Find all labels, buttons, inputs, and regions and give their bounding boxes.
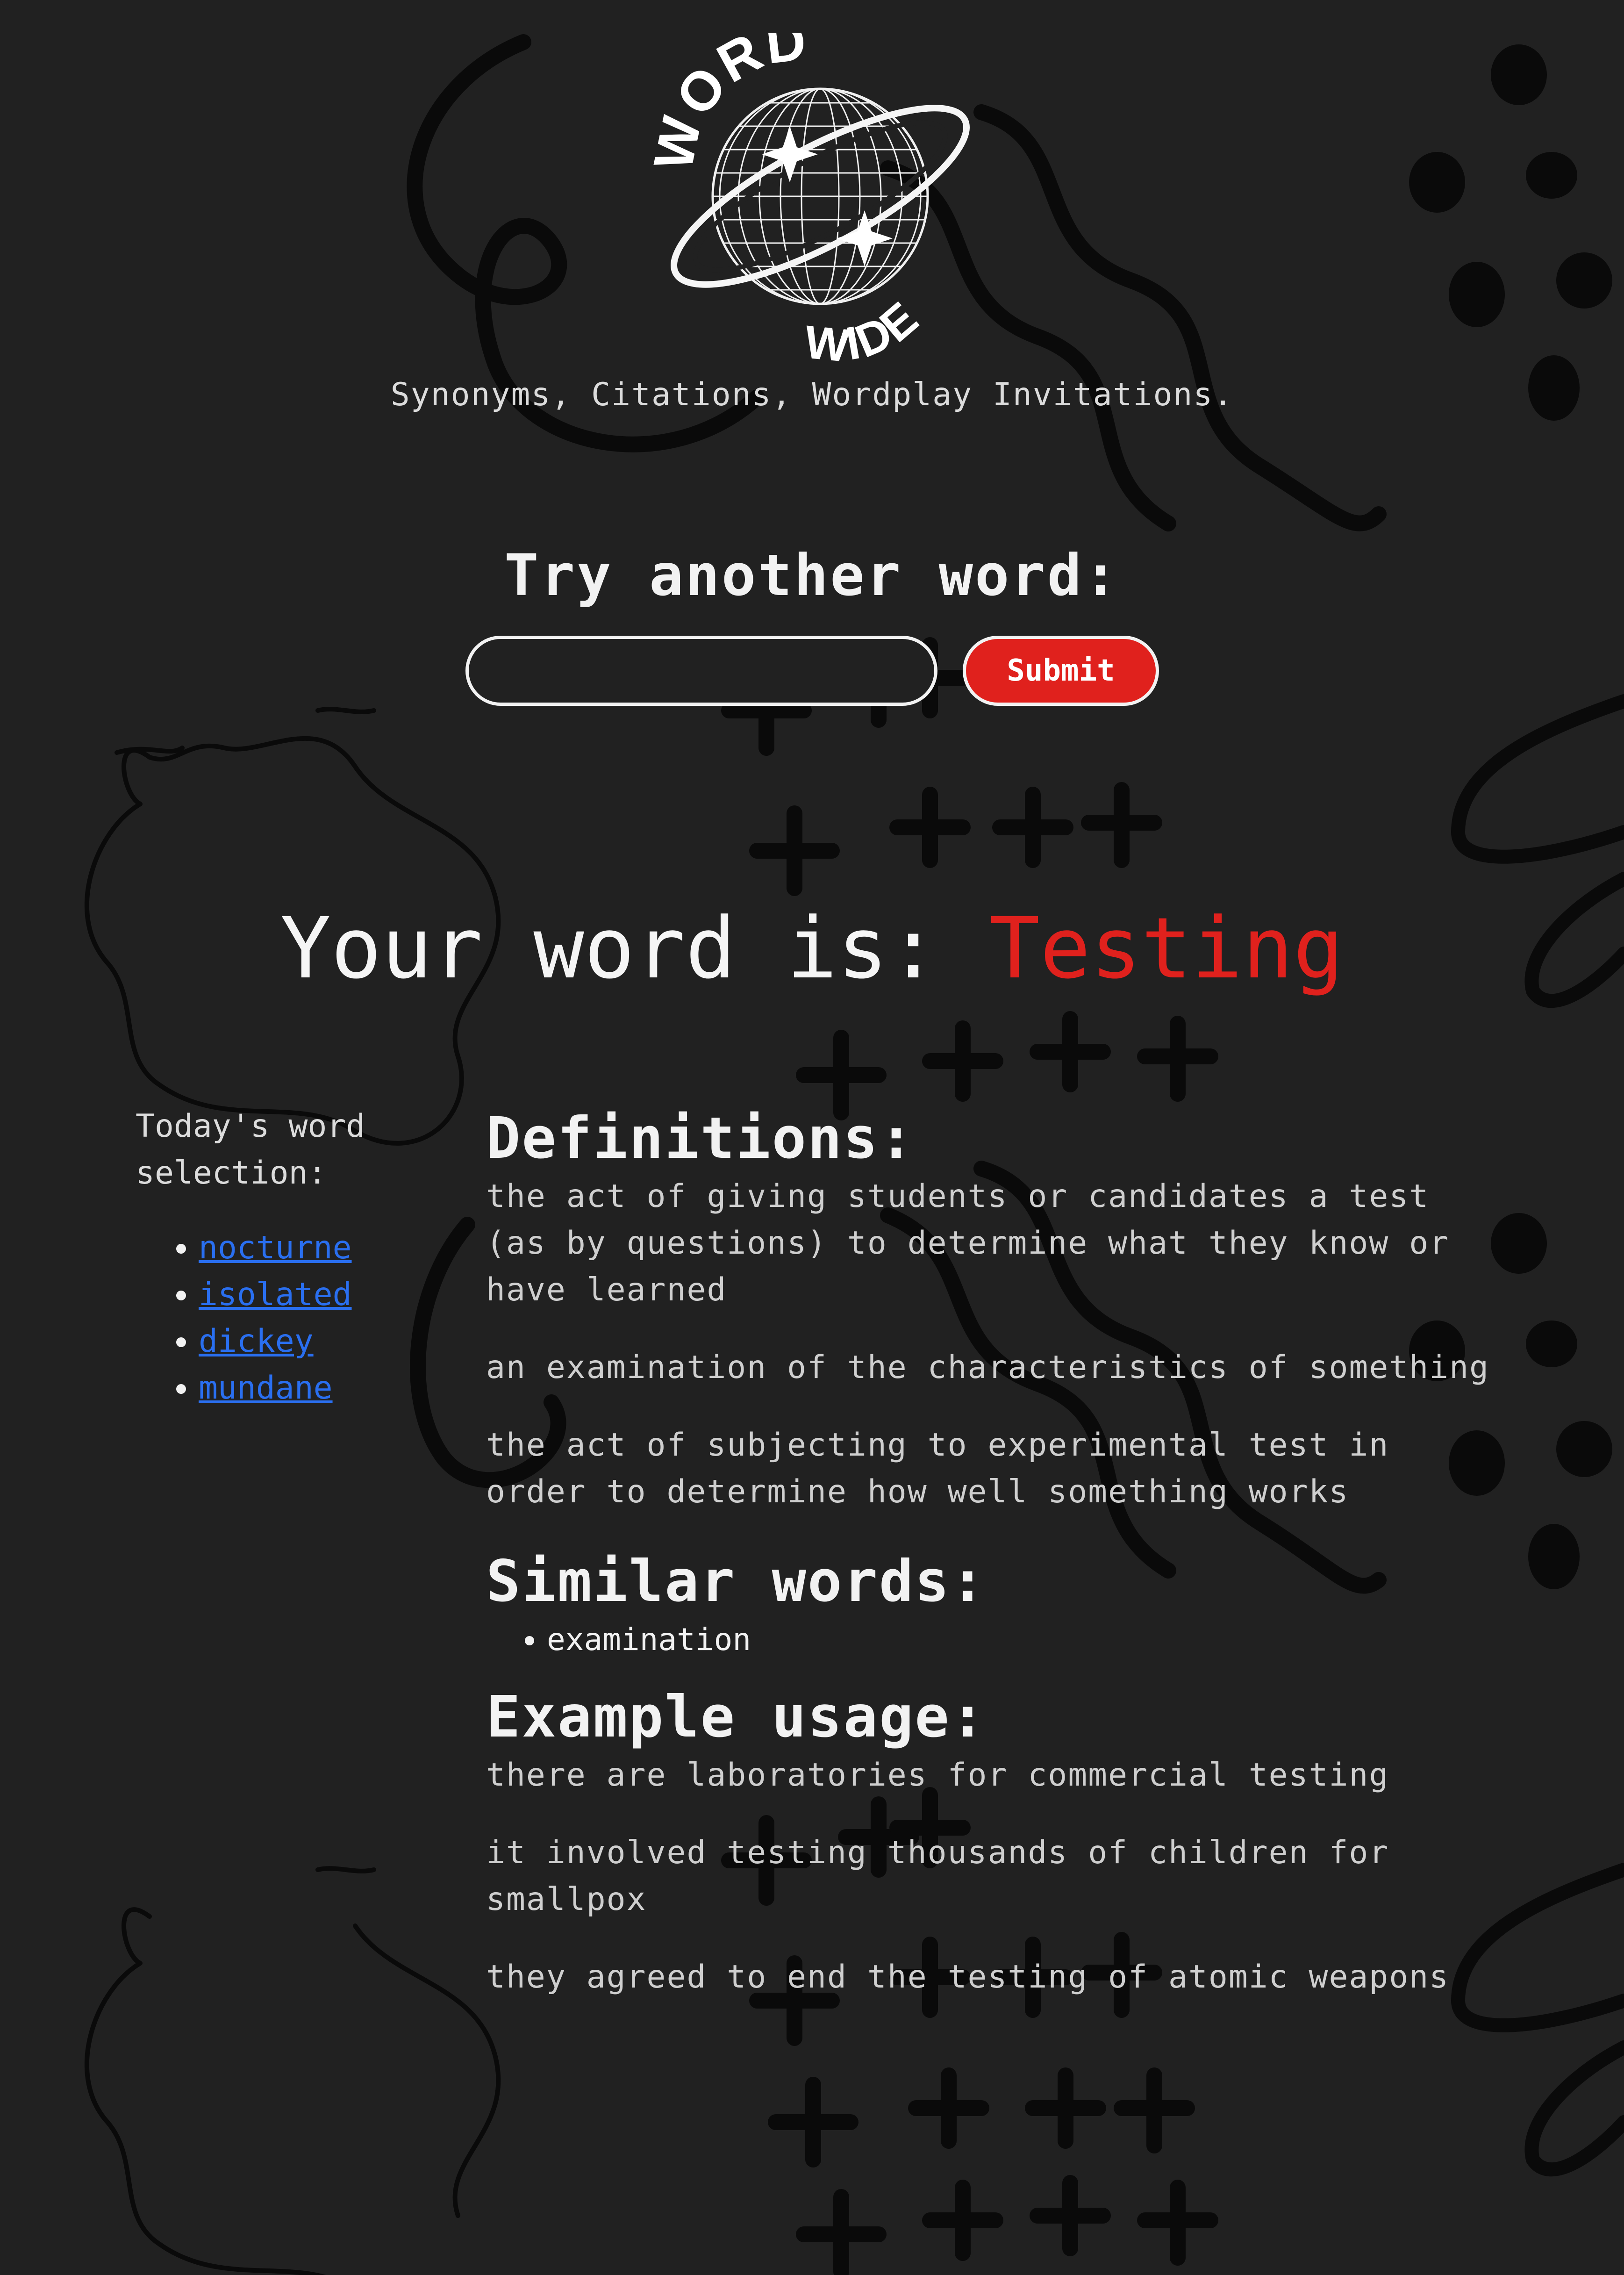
list-item: isolated — [199, 1271, 425, 1318]
definition-item: the act of subjecting to experimental te… — [486, 1427, 1389, 1510]
definitions-title: Definitions: — [486, 1105, 915, 1171]
definition-item: an examination of the characteristics of… — [486, 1349, 1489, 1386]
result-word: Testing — [989, 900, 1344, 998]
leaf-doodle — [1524, 2040, 1624, 2177]
wave-doodle — [973, 104, 1387, 531]
search-heading: Try another word: — [504, 542, 1120, 609]
definition-item: the act of giving students or candidates… — [486, 1178, 1450, 1308]
similar-words-title: Similar words: — [486, 1548, 987, 1615]
word-link-mundane[interactable]: mundane — [199, 1370, 333, 1407]
word-selection-sidebar: Today's word selection: nocturne isolate… — [136, 1103, 425, 1412]
list-item: dickey — [199, 1318, 425, 1365]
similar-words-list: examination — [486, 1616, 1495, 1663]
similar-word-item: examination — [547, 1616, 1495, 1663]
word-link-dickey[interactable]: dickey — [199, 1323, 314, 1360]
blob-doodle — [84, 1907, 327, 2275]
example-item: there are laboratories for commercial te… — [486, 1757, 1389, 1794]
word-details: Definitions: the act of giving students … — [486, 1103, 1495, 2031]
word-search-input[interactable] — [465, 636, 937, 706]
word-wide-logo[interactable]: WORD WIDE — [650, 33, 991, 374]
word-link-isolated[interactable]: isolated — [199, 1276, 352, 1313]
submit-button[interactable]: Submit — [963, 636, 1159, 706]
example-usage-title: Example usage: — [486, 1684, 987, 1750]
sidebar-title: Today's word selection: — [136, 1108, 365, 1191]
leaf-doodle — [1451, 694, 1624, 864]
result-heading: Your word is: Testing — [0, 900, 1624, 998]
word-selection-list: nocturne isolated dickey mundane — [136, 1225, 425, 1412]
example-item: it involved testing thousands of childre… — [486, 1834, 1389, 1918]
list-item: mundane — [199, 1365, 425, 1412]
definitions-list: the act of giving students or candidates… — [486, 1173, 1495, 1515]
list-item: nocturne — [199, 1225, 425, 1271]
tagline: Synonyms, Citations, Wordplay Invitation… — [390, 376, 1234, 413]
word-link-nocturne[interactable]: nocturne — [199, 1229, 352, 1266]
example-usage-list: there are laboratories for commercial te… — [486, 1752, 1495, 2001]
result-prefix: Your word is: — [280, 900, 939, 998]
example-item: they agreed to end the testing of atomic… — [486, 1959, 1450, 1995]
